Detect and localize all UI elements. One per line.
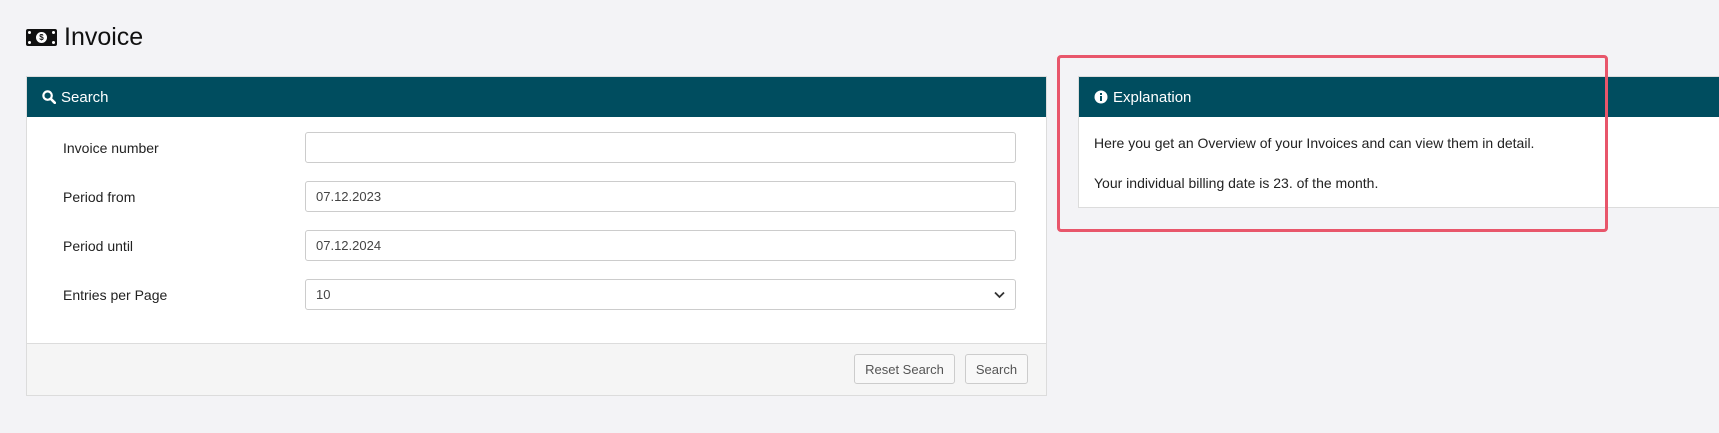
period-until-label: Period until	[63, 237, 134, 254]
period-from-value: 07.12.2023	[316, 189, 382, 204]
entries-per-page-row: Entries per Page 10	[63, 279, 1016, 310]
page-title: $ Invoice	[26, 20, 143, 54]
period-from-input[interactable]: 07.12.2023	[305, 181, 1016, 212]
search-panel-heading: Search	[27, 77, 1046, 117]
invoice-number-input[interactable]	[305, 132, 1016, 163]
entries-per-page-select[interactable]: 10	[305, 279, 1016, 310]
search-panel-footer: Reset Search Search	[27, 343, 1046, 395]
entries-per-page-value: 10	[316, 287, 331, 302]
page-title-text: Invoice	[64, 22, 144, 51]
highlight-box	[1057, 55, 1608, 232]
period-from-label: Period from	[63, 188, 136, 205]
search-button[interactable]: Search	[965, 354, 1028, 384]
search-panel-title: Search	[61, 88, 109, 106]
invoice-number-label: Invoice number	[63, 139, 159, 156]
search-panel: Search Invoice number Period from 07.12.…	[26, 76, 1047, 396]
money-bill-icon: $	[26, 28, 57, 46]
period-until-row: Period until 07.12.2024	[63, 230, 1016, 261]
entries-per-page-label: Entries per Page	[63, 286, 168, 303]
invoice-number-row: Invoice number	[63, 132, 1016, 163]
period-from-row: Period from 07.12.2023	[63, 181, 1016, 212]
search-icon	[42, 90, 56, 104]
reset-search-button[interactable]: Reset Search	[854, 354, 955, 384]
period-until-input[interactable]: 07.12.2024	[305, 230, 1016, 261]
chevron-down-icon	[994, 291, 1005, 298]
period-until-value: 07.12.2024	[316, 238, 382, 253]
